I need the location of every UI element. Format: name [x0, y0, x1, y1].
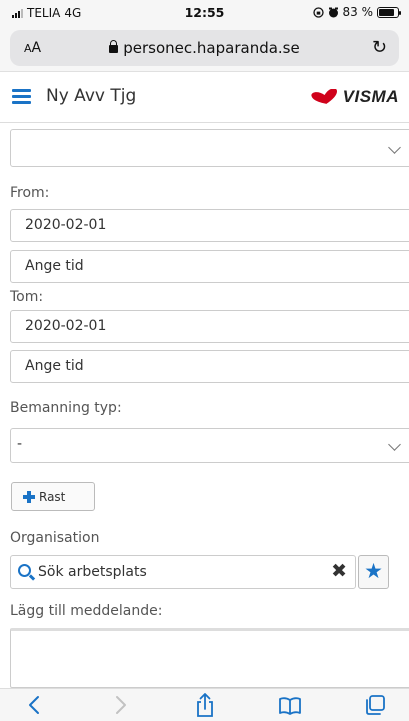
workplace-search-field[interactable]: Sök arbetsplats ✖ — [10, 555, 356, 589]
url-text: personec.haparanda.se — [123, 39, 300, 57]
chevron-down-icon — [388, 141, 401, 154]
status-bar: TELIA 4G 12:55 83 % — [0, 0, 409, 26]
browser-address-area: AA personec.haparanda.se ↻ — [0, 26, 409, 72]
alarm-icon — [328, 7, 338, 17]
star-icon: ★ — [364, 559, 383, 583]
reload-icon[interactable]: ↻ — [372, 37, 387, 58]
visma-heart-icon — [311, 89, 337, 104]
staffing-type-select[interactable]: - — [10, 428, 409, 463]
lock-icon — [109, 40, 119, 53]
battery-level — [379, 8, 394, 16]
tom-time-input[interactable]: Ange tid — [10, 350, 409, 383]
plus-icon — [23, 490, 35, 503]
battery-icon — [377, 6, 401, 18]
back-icon[interactable] — [21, 692, 49, 718]
bookmarks-icon[interactable] — [276, 692, 304, 718]
from-date-input[interactable]: 2020-02-01 — [10, 209, 409, 242]
chevron-down-icon — [388, 438, 401, 451]
favorite-star-button[interactable]: ★ — [358, 555, 389, 589]
search-icon — [18, 564, 31, 577]
workplace-search-input[interactable]: Sök arbetsplats — [38, 564, 147, 580]
type-select[interactable] — [10, 129, 409, 167]
message-label: Lägg till meddelande: — [10, 603, 163, 619]
battery-percentage: 83 % — [342, 5, 374, 19]
tom-label: Tom: — [10, 289, 44, 305]
staffing-type-label: Bemanning typ: — [10, 400, 122, 416]
status-right: 83 % — [312, 5, 401, 19]
message-textarea[interactable] — [10, 628, 409, 688]
share-icon[interactable] — [191, 692, 219, 718]
visma-logo: VISMA — [310, 87, 399, 107]
organisation-label: Organisation — [10, 530, 100, 546]
clear-icon[interactable]: ✖ — [331, 560, 347, 582]
from-label: From: — [10, 185, 50, 201]
url-display[interactable]: personec.haparanda.se — [10, 39, 399, 57]
forward-icon[interactable] — [106, 692, 134, 718]
tom-date-input[interactable]: 2020-02-01 — [10, 310, 409, 343]
from-time-input[interactable]: Ange tid — [10, 250, 409, 283]
page-title: Ny Avv Tjg — [46, 86, 137, 106]
menu-icon[interactable] — [12, 89, 31, 104]
app-header: Ny Avv Tjg VISMA — [0, 73, 409, 123]
brand-name: VISMA — [342, 87, 399, 106]
browser-toolbar — [0, 688, 409, 721]
add-break-label: Rast — [39, 489, 66, 504]
address-bar[interactable]: AA personec.haparanda.se ↻ — [10, 30, 399, 66]
tabs-icon[interactable] — [361, 692, 389, 718]
add-break-button[interactable]: Rast — [11, 482, 95, 511]
orientation-lock-icon — [312, 6, 324, 18]
